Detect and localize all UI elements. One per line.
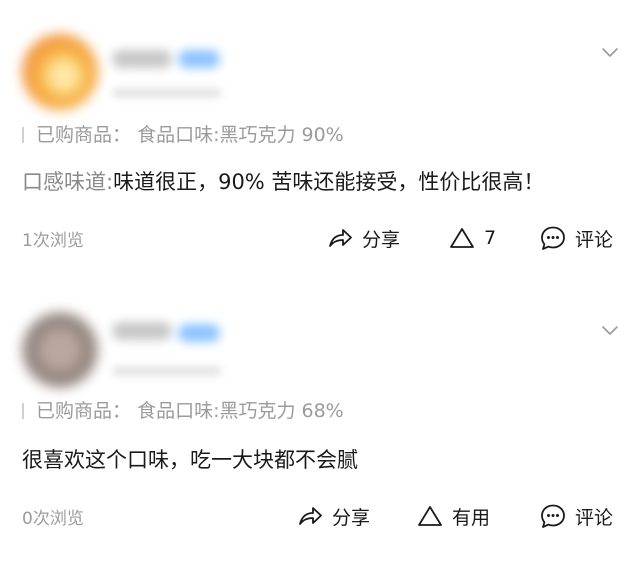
review-card: 已购商品： 食品口味:黑巧克力 90% 口感味道:味道很正，90% 苦味还能接受… [0, 0, 639, 282]
review-body: 很喜欢这个口味，吃一大块都不会腻 [22, 448, 358, 472]
comment-button[interactable]: 评论 [539, 222, 613, 254]
review-aspect-label: 口感味道: [22, 170, 114, 194]
review-text: 很喜欢这个口味，吃一大块都不会腻 [22, 446, 623, 474]
comment-label: 评论 [575, 506, 614, 529]
share-icon [299, 507, 322, 525]
username-blurred[interactable] [112, 50, 172, 68]
review-meta-blurred [112, 88, 222, 98]
share-label: 分享 [362, 228, 401, 251]
purchased-item: 已购商品： 食品口味:黑巧克力 68% [22, 398, 344, 424]
review-meta-blurred [112, 366, 222, 376]
share-button[interactable]: 分享 [326, 222, 400, 254]
review-body: 味道很正，90% 苦味还能接受，性价比很高！ [113, 170, 545, 194]
comment-icon [541, 504, 565, 528]
useful-button[interactable]: 7 [448, 222, 496, 254]
purchased-item-label: 已购商品： [36, 124, 132, 146]
username-blurred[interactable] [112, 322, 172, 340]
share-button[interactable]: 分享 [296, 500, 370, 532]
comment-label: 评论 [575, 228, 614, 251]
review-card: 已购商品： 食品口味:黑巧克力 68% 很喜欢这个口味，吃一大块都不会腻 0次浏… [0, 282, 639, 564]
chevron-down-icon[interactable] [601, 44, 619, 62]
view-count: 0次浏览 [22, 509, 84, 529]
purchased-item-value: 食品口味:黑巧克力 90% [137, 124, 344, 146]
divider [22, 127, 24, 143]
user-level-badge-blurred [178, 50, 220, 68]
avatar[interactable] [22, 34, 98, 110]
chevron-down-icon[interactable] [601, 322, 619, 340]
share-label: 分享 [332, 506, 371, 529]
avatar[interactable] [22, 312, 98, 388]
divider [22, 403, 24, 419]
review-text: 口感味道:味道很正，90% 苦味还能接受，性价比很高！ [22, 168, 623, 196]
triangle-up-icon [450, 228, 474, 248]
useful-label: 有用 [452, 506, 491, 529]
triangle-up-icon [418, 506, 442, 526]
purchased-item-label: 已购商品： [36, 400, 132, 422]
purchased-item: 已购商品： 食品口味:黑巧克力 90% [22, 122, 344, 148]
user-level-badge-blurred [178, 324, 220, 342]
comment-icon [541, 226, 565, 250]
review-footer: 1次浏览 分享 7 评论 [0, 222, 639, 254]
comment-button[interactable]: 评论 [539, 500, 613, 532]
purchased-item-value: 食品口味:黑巧克力 68% [137, 400, 344, 422]
view-count: 1次浏览 [22, 231, 84, 251]
useful-count: 7 [484, 227, 497, 249]
useful-button[interactable]: 有用 [416, 500, 490, 532]
share-icon [329, 229, 352, 247]
review-footer: 0次浏览 分享 有用 评论 [0, 500, 639, 532]
